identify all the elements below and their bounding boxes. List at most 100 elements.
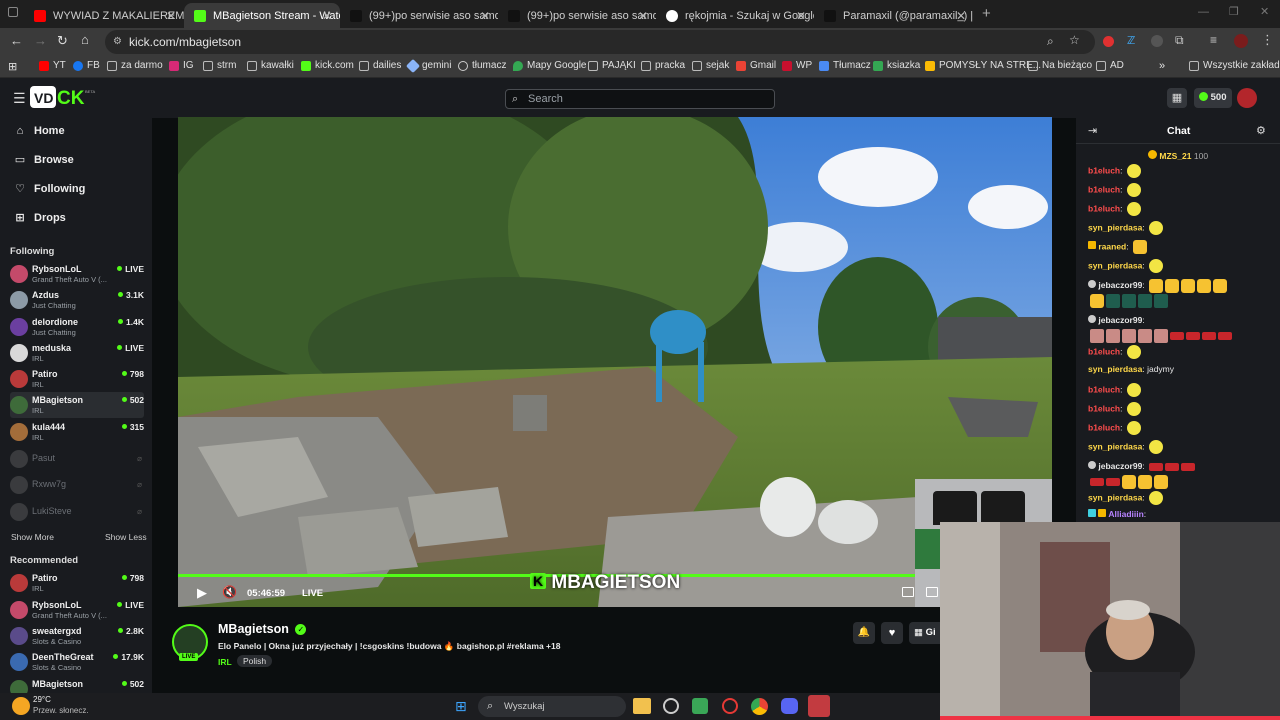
file-explorer-icon[interactable] [633,698,651,714]
streamer-name[interactable]: MBagietson ✓ [218,622,307,636]
nav-home[interactable]: ⌂ Home [14,125,65,137]
nav-drops[interactable]: ⊞ Drops [14,211,65,225]
kicks-balance[interactable]: 500 [1194,88,1232,108]
reload-icon[interactable]: ↻ [57,33,68,49]
forward-icon[interactable]: → [34,33,47,48]
notification-bell-button[interactable]: 🔔 [853,622,875,644]
play-icon[interactable]: ▶ [197,585,207,601]
following-channel[interactable]: Azdus Just Chatting 3.1K [10,287,144,313]
following-channel[interactable]: Patiro IRL 798 [10,366,144,392]
volume-muted-icon[interactable]: 🔇 [222,585,237,599]
chat-settings-icon[interactable]: ⚙ [1256,124,1266,137]
bookmark-item[interactable]: dailies [359,60,401,71]
offline-channel[interactable]: Rxww7g ⌀ [10,472,144,498]
site-info-icon[interactable]: ⚙ [113,30,122,54]
record-extension-icon[interactable] [1103,36,1114,47]
kick-logo[interactable]: VD CK BETA [30,84,96,110]
profile-avatar[interactable] [1234,34,1248,48]
bookmark-item[interactable]: Gmail [736,60,776,71]
recommended-channel[interactable]: RybsonLoL Grand Theft Auto V (... LIVE [10,597,144,623]
browser-tab[interactable]: WYWIAD Z MAKALIEREM: Hak ✕ [24,3,184,28]
pip-icon[interactable] [926,587,938,597]
bookmark-item[interactable]: tłumacz [458,60,506,71]
extension-icon[interactable] [1151,35,1163,47]
app-icon[interactable] [663,698,679,714]
menu-icon[interactable]: ☰ [13,90,26,107]
new-tab-button[interactable]: + [982,5,991,22]
language-tag[interactable]: Polish [237,655,273,667]
close-tab-icon[interactable]: ✕ [480,9,490,23]
more-bookmarks-icon[interactable]: » [1159,60,1165,72]
bookmark-item[interactable]: kick.com [301,60,354,71]
bookmark-item[interactable]: Tłumacz [819,60,871,71]
close-tab-icon[interactable]: ✕ [166,9,176,23]
follow-heart-button[interactable]: ♥ [881,622,903,644]
bookmark-item[interactable]: POMYSŁY NA STRE... [925,60,1041,71]
bookmark-item[interactable]: IG [169,60,194,71]
url-bar[interactable]: ⚙ kick.com/mbagietson [105,30,1095,54]
user-avatar[interactable] [1237,88,1257,108]
browser-tab[interactable]: (99+)po serwisie aso samochód ✕ [498,3,656,28]
app-icon[interactable] [808,695,830,717]
gift-sub-button[interactable]: ▦ Gi [909,622,940,644]
offline-channel[interactable]: Pasut ⌀ [10,446,144,472]
home-browser-icon[interactable]: ⌂ [81,32,89,47]
video-player[interactable]: K MBAGIETSON [178,117,1052,607]
discord-icon[interactable] [781,698,798,714]
maximize-icon[interactable]: ❐ [1229,5,1239,18]
category-link[interactable]: IRL [218,657,232,667]
all-bookmarks[interactable]: Wszystkie zakładki [1189,60,1280,71]
store-icon[interactable]: ▦ [1167,88,1187,108]
zoom-icon[interactable]: ⌕ [1047,34,1054,49]
taskbar-search[interactable]: ⌕ Wyszukaj [478,696,626,717]
extensions-puzzle-icon[interactable]: ⧉ [1175,33,1184,48]
browser-menu-icon[interactable]: ⋮ [1261,32,1274,48]
following-channel[interactable]: RybsonLoL Grand Theft Auto V (... LIVE [10,261,144,287]
close-tab-icon[interactable]: ✕ [322,9,332,23]
browser-tab-active[interactable]: MBagietson Stream - Watch Live ✕ [184,3,340,28]
app-icon[interactable] [692,698,708,714]
chrome-icon[interactable] [751,698,768,715]
close-window-icon[interactable]: ✕ [1260,5,1269,18]
recommended-channel[interactable]: sweatergxd Slots & Casino 2.8K [10,623,144,649]
browser-tab[interactable]: rękojmia - Szukaj w Google ✕ [656,3,814,28]
weather-icon[interactable] [12,697,30,715]
windows-start-icon[interactable]: ⊞ [455,698,471,714]
close-tab-icon[interactable]: ✕ [796,9,806,23]
reading-list-icon[interactable]: ≡ [1210,33,1217,47]
bookmark-item[interactable]: strm [203,60,236,71]
search-input[interactable]: ⌕ Search [505,89,775,109]
tab-search-icon[interactable] [8,7,18,17]
nav-following[interactable]: ♡ Following [14,182,85,196]
following-channel[interactable]: meduska IRL LIVE [10,340,144,366]
close-tab-icon[interactable]: ✕ [956,9,966,23]
theater-mode-icon[interactable] [902,587,914,597]
following-channel[interactable]: delordione Just Chatting 1.4K [10,314,144,340]
show-less-button[interactable]: Show Less [105,532,147,542]
bookmark-item[interactable]: Mapy Google [513,60,586,71]
minimize-icon[interactable]: — [1198,6,1209,18]
bookmark-item[interactable]: Na bieżąco [1028,60,1092,71]
following-channel-active[interactable]: MBagietson IRL 502 [10,392,144,418]
bookmark-item[interactable]: PAJĄKI [588,60,636,71]
nav-browse[interactable]: ▭ Browse [14,153,74,167]
bookmark-item[interactable]: kawałki [247,60,294,71]
bookmark-item[interactable]: WP [782,60,812,71]
apps-grid-icon[interactable]: ⊞ [8,60,17,73]
browser-tab[interactable]: Paramaxil (@paramaxil_) | TikTo ✕ [814,3,974,28]
opera-icon[interactable] [722,698,738,714]
bookmark-item[interactable]: YT [39,60,66,71]
collapse-chat-icon[interactable]: ⇥ [1088,124,1097,137]
following-channel[interactable]: kula444 IRL 315 [10,419,144,445]
recommended-channel[interactable]: DeenTheGreat Slots & Casino 17.9K [10,649,144,675]
back-icon[interactable]: ← [10,33,23,48]
offline-channel[interactable]: LukiSteve ⌀ [10,499,144,525]
recommended-channel[interactable]: Patiro IRL 798 [10,570,144,596]
bookmark-item[interactable]: gemini [405,58,451,73]
bookmark-item[interactable]: AD [1096,60,1124,71]
bookmark-item[interactable]: pracka [641,60,685,71]
show-more-button[interactable]: Show More [11,532,54,542]
bookmark-item[interactable]: FB [73,60,100,71]
close-tab-icon[interactable]: ✕ [638,9,648,23]
extension-icon[interactable]: ℤ [1127,34,1135,47]
